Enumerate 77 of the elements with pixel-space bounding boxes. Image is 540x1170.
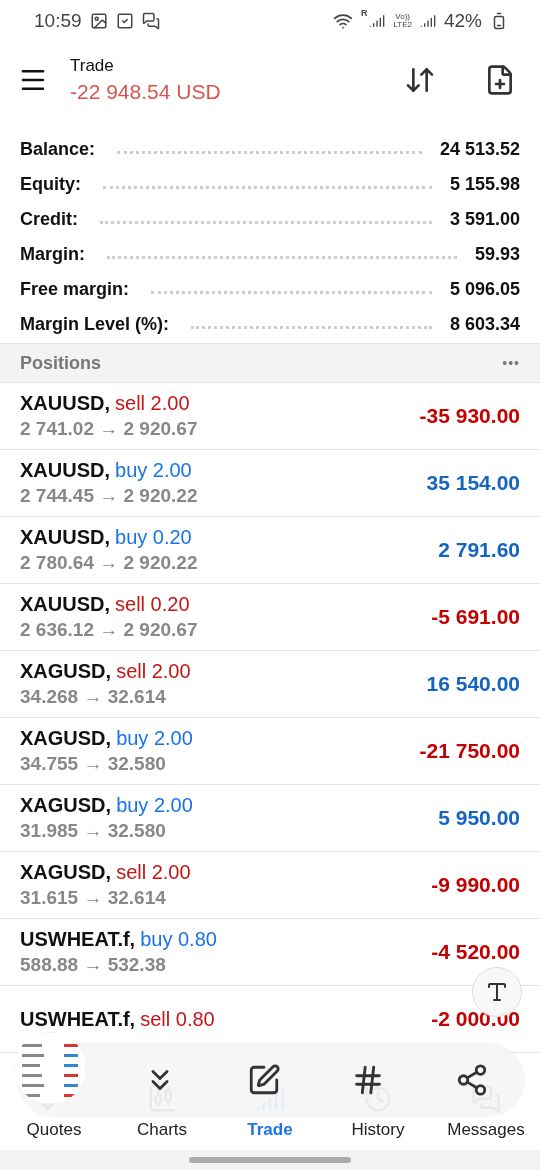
- price-range: 2 636.12 → 2 920.67: [20, 619, 199, 641]
- profit: -4 520.00: [431, 940, 520, 964]
- summary-value: 5 096.05: [449, 279, 520, 300]
- price-range: 2 744.45 → 2 920.22: [20, 485, 199, 507]
- volte-label: Vo)) LTE2: [393, 13, 412, 29]
- more-button[interactable]: •••: [502, 355, 520, 371]
- profit: 16 540.00: [426, 672, 520, 696]
- crop-edit-icon: [247, 1063, 281, 1097]
- price-range: 31.615 → 32.614: [20, 887, 167, 909]
- summary-value: 59.93: [474, 244, 520, 265]
- order-type: sell 0.20: [115, 593, 190, 616]
- summary-label: Equity:: [20, 174, 81, 195]
- profit: -2 000.00: [431, 1007, 520, 1031]
- symbol: USWHEAT.f,: [20, 928, 136, 951]
- price-range: 588.88 → 532.38: [20, 954, 167, 976]
- summary-value: 3 591.00: [449, 209, 520, 230]
- symbol: XAGUSD,: [20, 794, 112, 817]
- summary-value: 24 513.52: [439, 139, 520, 160]
- price-range: 2 741.02 → 2 920.67: [20, 418, 199, 440]
- order-type: buy 2.00: [116, 794, 193, 817]
- summary-value: 8 603.34: [449, 314, 520, 335]
- profit: -5 691.00: [431, 605, 520, 629]
- section-title: Positions: [20, 352, 102, 374]
- summary-value: 5 155.98: [449, 174, 520, 195]
- price-range: 34.268 → 32.614: [20, 686, 167, 708]
- summary-label: Margin Level (%):: [20, 314, 170, 335]
- symbol: USWHEAT.f,: [20, 1007, 136, 1031]
- order-type: buy 2.00: [116, 727, 193, 750]
- symbol: XAUUSD,: [20, 526, 110, 549]
- order-type: sell 2.00: [116, 861, 191, 884]
- wifi-icon: [332, 11, 353, 31]
- symbol: XAUUSD,: [20, 392, 110, 415]
- signal-icon: [369, 13, 386, 29]
- summary-label: Credit:: [20, 209, 78, 230]
- position-row[interactable]: XAGUSD, buy 2.00 34.755 → 32.580 -21 750.00: [0, 718, 540, 785]
- summary-label: Free margin:: [20, 279, 130, 300]
- order-type: buy 0.20: [115, 526, 192, 549]
- clock: 10:59: [34, 10, 82, 32]
- symbol: XAGUSD,: [20, 660, 112, 683]
- profit: -35 930.00: [419, 404, 520, 428]
- roaming-label: R: [360, 8, 368, 18]
- share-icon: [455, 1063, 489, 1097]
- position-row[interactable]: XAGUSD, sell 2.00 34.268 → 32.614 16 540.00: [0, 651, 540, 718]
- position-row[interactable]: XAUUSD, sell 0.20 2 636.12 → 2 920.67 -5 691.00: [0, 584, 540, 651]
- price-range: 34.755 → 32.580: [20, 753, 167, 775]
- check-icon: [115, 12, 134, 30]
- profit: -21 750.00: [419, 739, 520, 763]
- order-type: sell 2.00: [116, 660, 191, 683]
- image-icon: [89, 12, 108, 30]
- profit: 35 154.00: [426, 471, 520, 495]
- price-range: 31.985 → 32.580: [20, 820, 167, 842]
- order-type: buy 2.00: [115, 459, 192, 482]
- position-row[interactable]: XAUUSD, buy 2.00 2 744.45 → 2 920.22 35 154.00: [0, 450, 540, 517]
- symbol: XAUUSD,: [20, 459, 110, 482]
- battery-percent: 42%: [443, 10, 482, 32]
- summary-label: Balance:: [20, 139, 96, 160]
- symbol: XAGUSD,: [20, 861, 112, 884]
- symbol: XAUUSD,: [20, 593, 110, 616]
- text-icon: [485, 980, 509, 1004]
- account-balance: -22 948.54 USD: [70, 80, 221, 104]
- profit: -9 990.00: [431, 873, 520, 897]
- screen-title: Trade: [70, 56, 115, 76]
- position-row[interactable]: XAUUSD, sell 2.00 2 741.02 → 2 920.67 -35 930.00: [0, 383, 540, 450]
- gesture-handle[interactable]: [189, 1157, 351, 1163]
- position-row[interactable]: XAGUSD, buy 2.00 31.985 → 32.580 5 950.00: [0, 785, 540, 852]
- chat-icon: [141, 12, 160, 30]
- symbol: XAGUSD,: [20, 727, 112, 750]
- position-row[interactable]: XAUUSD, buy 0.20 2 780.64 → 2 920.22 2 791.60: [0, 517, 540, 584]
- order-type: sell 0.80: [140, 1007, 215, 1031]
- order-type: sell 2.00: [115, 392, 190, 415]
- profit: 2 791.60: [438, 538, 520, 562]
- position-row[interactable]: XAGUSD, sell 2.00 31.615 → 32.614 -9 990.00: [0, 852, 540, 919]
- signal-icon: [419, 13, 436, 29]
- order-type: buy 0.80: [140, 928, 217, 951]
- price-range: 2 780.64 → 2 920.22: [20, 552, 199, 574]
- profit: 5 950.00: [438, 806, 520, 830]
- summary-label: Margin:: [20, 244, 85, 265]
